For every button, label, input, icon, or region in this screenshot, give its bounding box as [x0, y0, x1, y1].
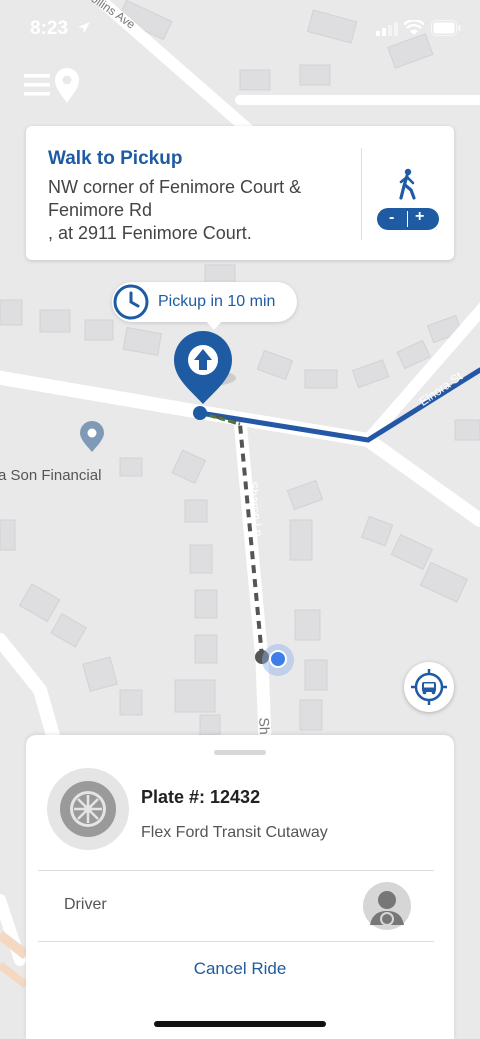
sheet-divider-1	[38, 870, 434, 871]
recenter-vehicle-button[interactable]	[404, 662, 454, 712]
status-bar: 8:23	[0, 0, 480, 58]
menu-icon	[24, 74, 50, 96]
clock-icon	[113, 284, 149, 320]
pickup-eta-text: Pickup in 10 min	[158, 293, 276, 310]
driver-avatar-icon	[363, 882, 411, 930]
location-arrow-icon	[78, 22, 90, 33]
bubble-tail	[205, 320, 223, 330]
cancel-ride-button[interactable]: Cancel Ride	[26, 959, 454, 979]
zoom-separator	[407, 211, 408, 227]
ride-details-sheet[interactable]: Plate #: 12432 Flex Ford Transit Cutaway…	[26, 735, 454, 1039]
street-label-sh: Sh	[256, 717, 273, 735]
pickup-address-line2: Fenimore Rd	[48, 200, 153, 220]
zoom-out-button[interactable]: -	[389, 209, 394, 227]
signal-icon	[376, 22, 398, 36]
walk-to-pickup-card[interactable]: Walk to Pickup NW corner of Fenimore Cou…	[26, 126, 454, 260]
sheet-drag-handle[interactable]	[214, 750, 266, 755]
status-time: 8:23	[30, 18, 69, 39]
home-indicator[interactable]	[154, 1021, 326, 1027]
poi-label: a Son Financial	[0, 467, 102, 484]
vehicle-name: Flex Ford Transit Cutaway	[141, 824, 328, 841]
card-divider	[361, 148, 362, 240]
pickup-eta-bubble: Pickup in 10 min	[112, 282, 297, 330]
pickup-address-line3: , at 2911 Fenimore Court.	[48, 223, 252, 243]
recenter-vehicle-icon	[411, 669, 447, 705]
zoom-in-button[interactable]: +	[415, 208, 424, 226]
plate-number: Plate #: 12432	[141, 787, 261, 807]
user-location-dot-icon	[269, 650, 287, 668]
map-pin-icon	[55, 68, 79, 103]
wifi-icon	[404, 20, 424, 35]
sheet-divider-2	[38, 941, 434, 942]
pickup-point-dot	[193, 406, 207, 420]
wheel-icon	[47, 768, 129, 850]
walking-person-icon	[399, 168, 416, 200]
pickup-address-line1: NW corner of Fenimore Court &	[48, 177, 302, 197]
battery-icon	[431, 20, 461, 36]
menu-button[interactable]	[20, 64, 84, 108]
driver-label: Driver	[64, 896, 107, 913]
walk-card-title: Walk to Pickup	[48, 148, 183, 169]
zoom-control[interactable]: - +	[377, 208, 439, 230]
